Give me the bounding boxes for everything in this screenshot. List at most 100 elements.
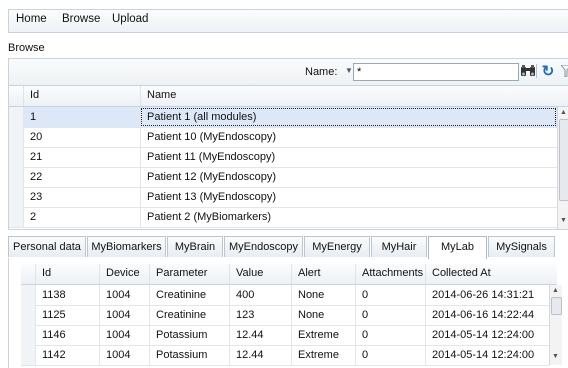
tab-myendoscopy[interactable]: MyEndoscopy: [224, 236, 303, 257]
column-header-id[interactable]: Id: [23, 86, 140, 106]
name-filter-label: Name:: [305, 66, 338, 78]
module-tabs: Personal data MyBiomarkers MyBrain MyEndosc…: [8, 236, 568, 259]
lab-collected-at-cell: 2014-05-14 12:24:00: [425, 325, 555, 345]
lab-alert-cell: None: [291, 305, 355, 325]
lab-attachments-cell: 0: [355, 345, 425, 365]
patient-name-cell: Patient 1 (all modules): [140, 107, 557, 127]
patient-row[interactable]: 23 Patient 13 (MyEndoscopy): [9, 187, 557, 208]
scroll-up-arrow[interactable]: ▲: [560, 109, 567, 116]
lab-device-cell: 1004: [99, 325, 149, 345]
column-header-device[interactable]: Device: [99, 264, 149, 284]
lab-scrollbar[interactable]: ▲ ▼: [549, 285, 562, 365]
row-selector-header: [21, 264, 35, 284]
column-header-collected-at[interactable]: Collected At: [425, 264, 555, 284]
tab-myhair[interactable]: MyHair: [371, 236, 427, 257]
lab-parameter-cell: Creatinine: [149, 305, 229, 325]
lab-device-cell: 1004: [99, 285, 149, 305]
tab-mysignals[interactable]: MySignals: [488, 236, 555, 257]
row-selector[interactable]: [9, 167, 24, 187]
lab-value-cell: 12.44: [229, 325, 291, 345]
patient-row[interactable]: 21 Patient 11 (MyEndoscopy): [9, 147, 557, 168]
column-header-attachments[interactable]: Attachments: [355, 264, 425, 284]
column-header-value[interactable]: Value: [229, 264, 291, 284]
patient-row[interactable]: 20 Patient 10 (MyEndoscopy): [9, 127, 557, 148]
column-header-parameter[interactable]: Parameter: [149, 264, 229, 284]
lab-parameter-cell: Potassium: [149, 325, 229, 345]
lab-device-cell: 1004: [99, 305, 149, 325]
scroll-thumb[interactable]: [559, 119, 568, 201]
lab-id-cell: 1142: [35, 345, 99, 365]
patient-id-cell: 21: [23, 147, 140, 167]
patient-id-cell: 20: [23, 127, 140, 147]
menu-bar: Home Browse Upload: [0, 0, 568, 38]
lab-grid-header: Id Device Parameter Value Alert Attachments Co…: [21, 264, 557, 285]
lab-row[interactable]: 1125 1004 Creatinine 123 None 0 2014-06-16 14:…: [21, 305, 549, 326]
menu-upload[interactable]: Upload: [112, 13, 148, 25]
lab-id-cell: 1138: [35, 285, 99, 305]
filter-operator-dropdown[interactable]: ▼: [345, 66, 353, 75]
patient-name-cell: Patient 13 (MyEndoscopy): [140, 187, 557, 207]
tab-mybiomarkers[interactable]: MyBiomarkers: [87, 236, 166, 257]
lab-attachments-cell: 0: [355, 285, 425, 305]
patient-id-cell: 2: [23, 207, 140, 227]
lab-alert-cell: None: [291, 285, 355, 305]
patient-name-cell: Patient 12 (MyEndoscopy): [140, 167, 557, 187]
lab-collected-at-cell: 2014-06-16 14:22:44: [425, 305, 555, 325]
patients-panel: Name: ▼ ↻ Id Name 1Patient 1 (all module…: [8, 58, 568, 230]
lab-id-cell: 1146: [35, 325, 99, 345]
patients-scrollbar[interactable]: ▲ ▼: [557, 107, 568, 229]
row-selector[interactable]: [9, 127, 24, 147]
patient-id-cell: 22: [23, 167, 140, 187]
name-filter-input[interactable]: [353, 63, 519, 81]
lab-device-cell: 1004: [99, 345, 149, 365]
lab-alert-cell: Extreme: [291, 325, 355, 345]
scroll-up-arrow[interactable]: ▲: [552, 287, 559, 294]
menu-home[interactable]: Home: [16, 13, 47, 25]
patients-grid-header: Id Name: [9, 86, 568, 107]
filter-toolbar: Name: ▼ ↻: [9, 59, 568, 86]
row-selector[interactable]: [9, 147, 24, 167]
patient-id-cell: 1: [23, 107, 140, 127]
row-selector[interactable]: [21, 305, 36, 325]
row-selector-header: [9, 86, 23, 106]
patient-name-cell: Patient 11 (MyEndoscopy): [140, 147, 557, 167]
lab-parameter-cell: Potassium: [149, 345, 229, 365]
lab-attachments-cell: 0: [355, 305, 425, 325]
row-selector[interactable]: [9, 107, 24, 127]
scroll-down-arrow[interactable]: ▼: [552, 353, 559, 360]
patient-id-cell: 23: [23, 187, 140, 207]
patient-row[interactable]: 1 Patient 1 (all modules): [9, 107, 557, 128]
column-header-name[interactable]: Name: [140, 86, 568, 106]
binoculars-icon[interactable]: [519, 62, 537, 80]
funnel-icon[interactable]: [557, 62, 568, 80]
row-selector[interactable]: [21, 345, 36, 365]
toolbar-separator: [536, 64, 537, 78]
patient-name-cell: Patient 10 (MyEndoscopy): [140, 127, 557, 147]
lab-row[interactable]: 1146 1004 Potassium 12.44 Extreme 0 2014-05-14…: [21, 325, 549, 346]
row-selector[interactable]: [21, 285, 36, 305]
row-selector[interactable]: [9, 187, 24, 207]
lab-id-cell: 1125: [35, 305, 99, 325]
patient-row[interactable]: 22 Patient 12 (MyEndoscopy): [9, 167, 557, 188]
lab-collected-at-cell: 2014-05-14 12:24:00: [425, 345, 555, 365]
lab-attachments-cell: 0: [355, 325, 425, 345]
column-header-id[interactable]: Id: [35, 264, 99, 284]
lab-collected-at-cell: 2014-06-26 14:31:21: [425, 285, 555, 305]
tab-myenergy[interactable]: MyEnergy: [304, 236, 370, 257]
row-selector[interactable]: [9, 207, 24, 227]
tab-personal-data[interactable]: Personal data: [8, 236, 86, 257]
column-header-alert[interactable]: Alert: [291, 264, 355, 284]
scroll-down-arrow[interactable]: ▼: [560, 217, 567, 224]
lab-row[interactable]: 1138 1004 Creatinine 400 None 0 2014-06-26 14:…: [21, 285, 549, 306]
row-selector[interactable]: [21, 325, 36, 345]
lab-value-cell: 12.44: [229, 345, 291, 365]
tab-mylab[interactable]: MyLab: [428, 236, 487, 259]
lab-value-cell: 123: [229, 305, 291, 325]
lab-panel: Id Device Parameter Value Alert Attachments Co…: [8, 258, 568, 368]
scroll-thumb[interactable]: [551, 297, 562, 315]
tab-mybrain[interactable]: MyBrain: [167, 236, 223, 257]
patient-row[interactable]: 2 Patient 2 (MyBiomarkers): [9, 207, 557, 228]
menu-browse[interactable]: Browse: [62, 13, 100, 25]
lab-row[interactable]: 1142 1004 Potassium 12.44 Extreme 0 2014-05-14…: [21, 345, 549, 366]
refresh-icon[interactable]: ↻: [539, 62, 557, 80]
